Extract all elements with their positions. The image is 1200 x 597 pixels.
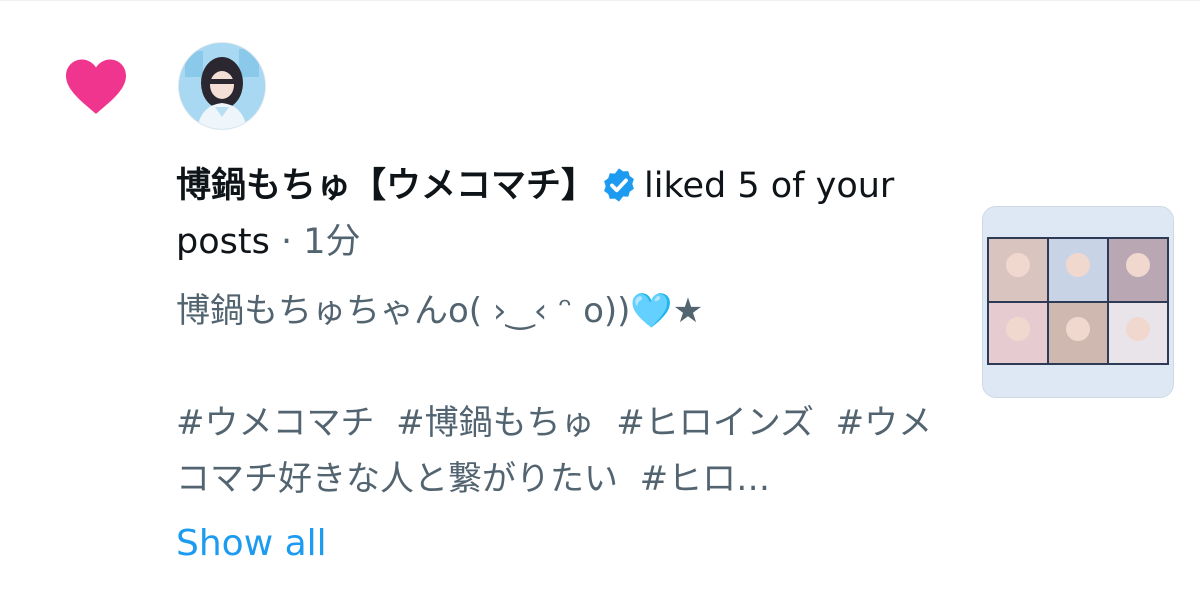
verified-badge-icon [604,168,634,202]
post-text[interactable]: 博鍋もちゅちゃんo( ›‿‹ ᵔ o))🩵★ #ウメコマチ #博鍋もちゅ #ヒロ… [176,283,936,507]
show-all-link[interactable]: Show all [176,518,327,570]
actor-name[interactable]: 博鍋もちゅ【ウメコマチ】 [176,166,596,206]
verified-badge-shape [604,168,634,202]
avatar[interactable] [178,42,266,130]
timestamp: 1分 [303,222,361,262]
top-divider [0,0,1200,1]
time-separator: · [280,222,293,262]
notification-headline: 博鍋もちゅ【ウメコマチ】 liked 5 of your posts · 1分 [176,158,896,270]
avatar-image [179,43,265,129]
thumbnail-image [983,207,1173,397]
heart-icon [66,59,126,114]
heart-shape [66,59,126,114]
post-thumbnail[interactable] [982,206,1174,398]
